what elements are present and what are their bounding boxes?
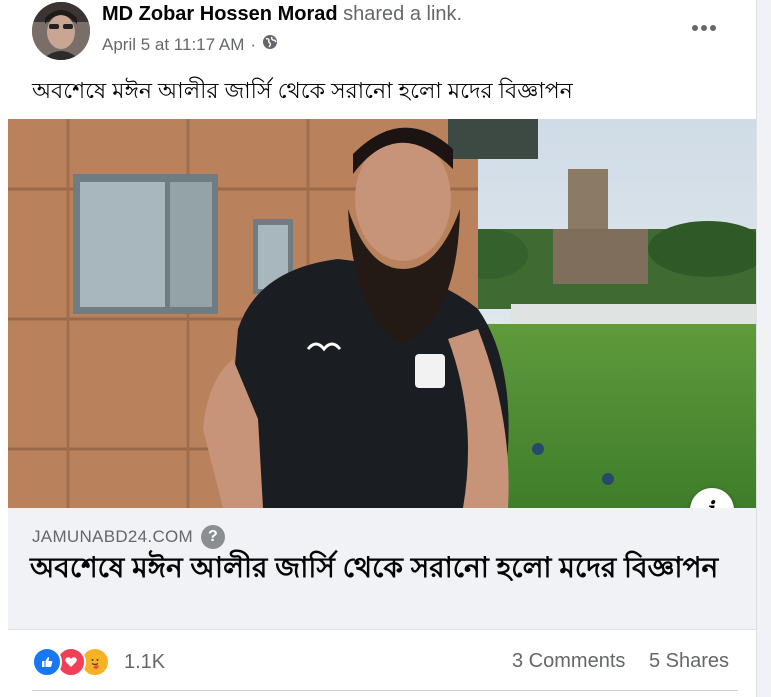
shares-count-link[interactable]: 5 Shares [649, 650, 729, 673]
post-meta: April 5 at 11:17 AM · [102, 34, 278, 55]
more-options-button[interactable] [686, 10, 722, 46]
meta-separator: · [250, 34, 257, 54]
link-domain: JAMUNABD24.COM [32, 527, 194, 546]
reaction-count[interactable]: 1.1K [124, 651, 165, 674]
page-background [757, 0, 771, 697]
link-domain-row: JAMUNABD24.COM ? [32, 525, 226, 549]
link-title[interactable]: অবশেষে মঈন আলীর জার্সি থেকে সরানো হলো মদ… [30, 552, 730, 584]
more-horizontal-icon [692, 25, 716, 31]
post-header-line: MD Zobar Hossen Morad shared a link. [102, 3, 462, 26]
like-reaction-icon [32, 647, 62, 677]
reaction-summary[interactable]: 1.1K [32, 647, 165, 677]
post-card: MD Zobar Hossen Morad shared a link. Apr… [0, 0, 757, 697]
post-message: অবশেষে মঈন আলীর জার্সি থেকে সরানো হলো মদ… [32, 78, 573, 103]
link-preview-box[interactable]: JAMUNABD24.COM ? অবশেষে মঈন আলীর জার্সি … [8, 508, 756, 630]
post-action-text: shared a link. [343, 3, 463, 25]
comments-count-link[interactable]: 3 Comments [512, 650, 625, 673]
avatar-image [32, 2, 90, 60]
globe-icon[interactable] [262, 34, 278, 55]
post-timestamp[interactable]: April 5 at 11:17 AM [102, 35, 244, 55]
link-preview-image[interactable] [8, 119, 756, 508]
author-name[interactable]: MD Zobar Hossen Morad [102, 3, 338, 25]
preview-photo [8, 119, 756, 508]
help-icon[interactable]: ? [201, 525, 226, 549]
footer-divider [32, 690, 738, 691]
author-avatar[interactable] [32, 2, 90, 60]
